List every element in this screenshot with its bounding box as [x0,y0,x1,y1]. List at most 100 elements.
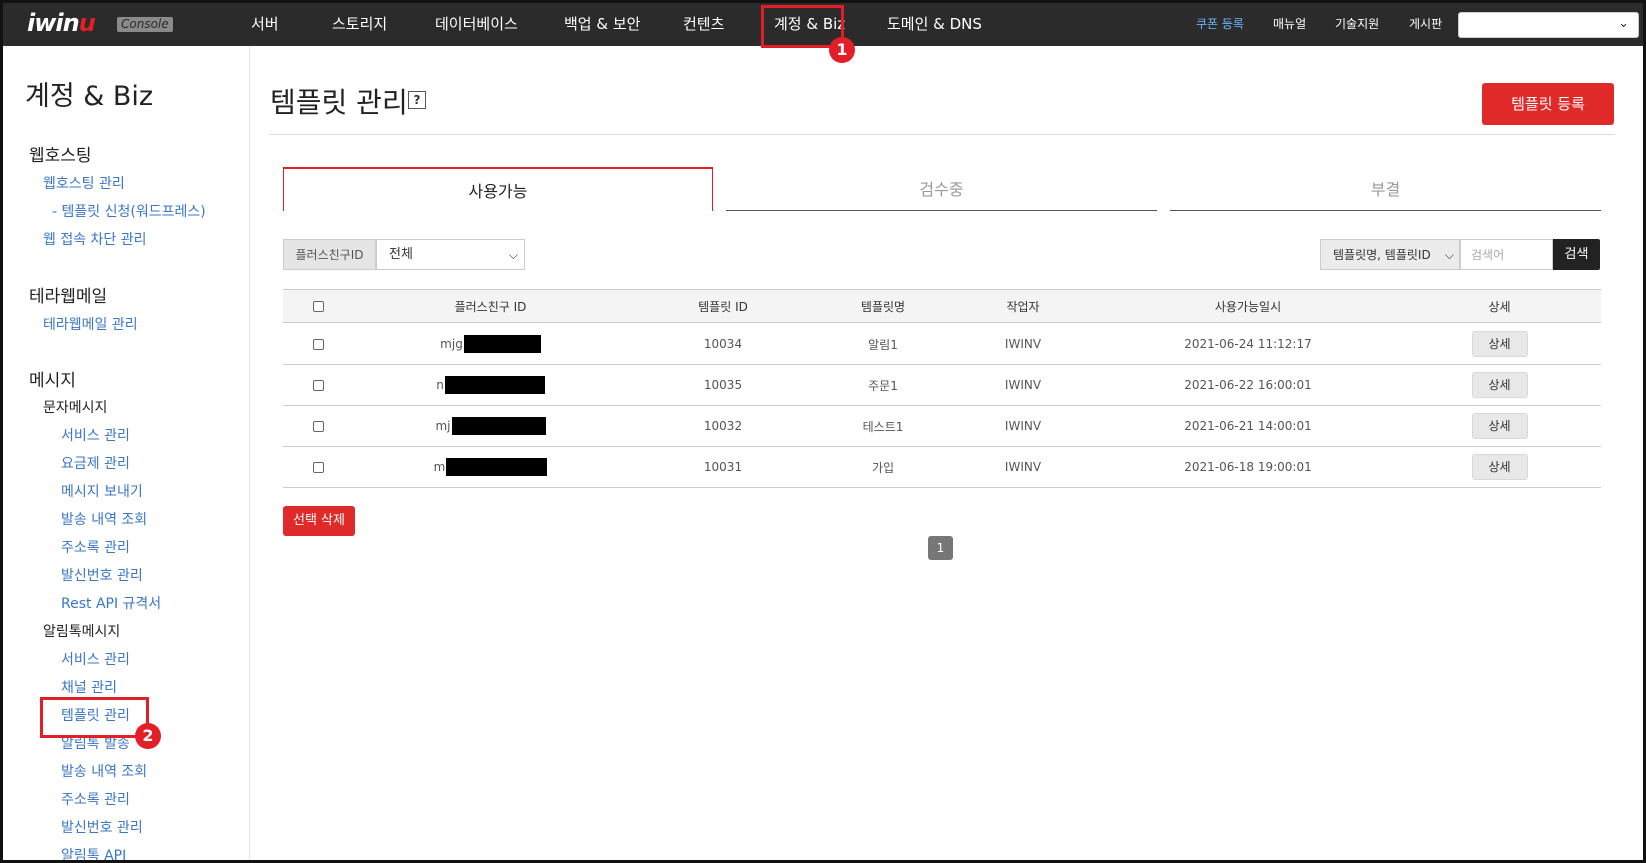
coupon-link[interactable]: 쿠폰 등록 [1196,15,1244,32]
worker-cell: IWINV [1004,337,1042,351]
register-template-button[interactable]: 템플릿 등록 [1482,83,1614,125]
search-button[interactable]: 검색 [1553,239,1600,270]
template-id-cell: 10031 [703,460,743,474]
table-row: mj 10032 테스트1 IWINV 2021-06-21 14:00:01 … [283,406,1601,447]
help-icon[interactable]: ? [408,91,426,109]
template-id-cell: 10034 [703,337,743,351]
detail-button[interactable]: 상세 [1471,413,1528,439]
console-badge: Console [117,17,173,32]
detail-button[interactable]: 상세 [1471,454,1528,480]
row-checkbox[interactable] [312,379,324,391]
tab-rejected[interactable]: 부결 [1170,167,1601,211]
board-link[interactable]: 게시판 [1409,15,1442,32]
redaction-block [463,335,541,353]
detail-button[interactable]: 상세 [1471,331,1528,357]
worker-cell: IWINV [1004,378,1042,392]
detail-button[interactable]: 상세 [1471,372,1528,398]
pagination-page-1[interactable]: 1 [928,536,953,560]
step-marker-2: 2 [135,723,161,749]
row-checkbox[interactable] [312,420,324,432]
select-all-cell [283,290,353,322]
friend-id-text: m [433,460,446,474]
sidebar-item-webhosting-manage[interactable]: 웹호스팅 관리 [43,173,125,193]
nav-backup-security[interactable]: 백업 & 보안 [564,3,640,46]
friend-id-cell: n [353,365,628,405]
nav-database[interactable]: 데이터베이스 [435,3,518,46]
row-checkbox-cell [283,406,353,446]
nav-server[interactable]: 서버 [251,3,279,46]
support-link[interactable]: 기술지원 [1335,15,1379,32]
redaction-block [451,417,546,435]
friend-id-select-value: 전체 [389,247,413,262]
detail-cell: 상세 [1398,365,1601,405]
sidebar-item-sms-service[interactable]: 서비스 관리 [61,425,130,445]
nav-domain-dns[interactable]: 도메인 & DNS [887,3,982,46]
friend-id-text: n [436,378,444,392]
search-type-select[interactable]: 템플릿명, 템플릿ID ⌵ [1320,239,1460,270]
sidebar-item-alimtalk-channel[interactable]: 채널 관리 [61,677,117,697]
date-cell: 2021-06-21 14:00:01 [1184,419,1312,433]
sidebar-item-sms-send[interactable]: 메시지 보내기 [61,481,143,501]
sidebar-item-alimtalk-service[interactable]: 서비스 관리 [61,649,130,669]
detail-cell: 상세 [1398,324,1601,364]
date-cell: 2021-06-24 11:12:17 [1184,337,1312,351]
search-input[interactable]: 검색어 [1460,239,1553,270]
template-name-cell: 알림1 [868,337,898,352]
sidebar-item-web-block[interactable]: 웹 접속 차단 관리 [43,229,147,249]
nav-contents[interactable]: 컨텐츠 [683,3,724,46]
logo-text: iwin [27,9,80,37]
sidebar-item-terramail-manage[interactable]: 테라웹메일 관리 [43,314,138,334]
sidebar-item-sms-sender[interactable]: 발신번호 관리 [61,565,143,585]
template-name-cell: 주문1 [868,378,898,393]
friend-id-cell: m [353,447,628,487]
template-id-cell: 10035 [703,378,743,392]
sidebar-item-sms-plan[interactable]: 요금제 관리 [61,453,130,473]
column-header-date: 사용가능일시 [1214,299,1282,314]
sidebar-item-sms-addressbook[interactable]: 주소록 관리 [61,537,130,557]
logo[interactable]: iwinu [27,9,96,37]
delete-selected-button[interactable]: 선택 삭제 [283,506,355,536]
friend-id-text: mjg [440,337,463,351]
table-row: n 10035 주문1 IWINV 2021-06-22 16:00:01 상세 [283,365,1601,406]
date-cell: 2021-06-22 16:00:01 [1184,378,1312,392]
sidebar-item-alimtalk-api[interactable]: 알림톡 API [61,845,126,860]
row-checkbox[interactable] [312,461,324,473]
sidebar-item-alimtalk-addressbook[interactable]: 주소록 관리 [61,789,130,809]
highlight-box-sidebar [40,697,149,738]
row-checkbox-cell [283,447,353,487]
friend-id-cell: mjg [353,324,628,364]
chevron-down-icon: ⌵ [1444,248,1454,262]
account-select[interactable]: ⌄ [1458,12,1639,38]
detail-cell: 상세 [1398,406,1601,446]
sidebar-title: 계정 & Biz [25,81,154,112]
row-checkbox[interactable] [312,338,324,350]
sidebar-item-alimtalk-sender[interactable]: 발신번호 관리 [61,817,143,837]
row-checkbox-cell [283,324,353,364]
step-marker-1: 1 [829,37,855,63]
sidebar-item-sms-restapi[interactable]: Rest API 규격서 [61,593,161,613]
friend-id-select[interactable]: 전체 ⌵ [376,239,525,270]
page-title: 템플릿 관리 [270,86,408,119]
filter-label: 플러스친구ID [283,239,376,270]
redaction-block [446,458,548,476]
worker-cell: IWINV [1004,419,1042,433]
table-row: mjg 10034 알림1 IWINV 2021-06-24 11:12:17 … [283,324,1601,365]
friend-id-text: mj [435,419,451,433]
sidebar-item-sms-history[interactable]: 발송 내역 조회 [61,509,147,529]
chevron-down-icon: ⌵ [508,248,518,262]
select-all-checkbox[interactable] [312,300,324,312]
sidebar-item-template-wordpress[interactable]: - 템플릿 신청(워드프레스) [52,201,206,221]
template-name-cell: 테스트1 [862,419,904,434]
manual-link[interactable]: 매뉴얼 [1273,15,1306,32]
tab-reviewing[interactable]: 검수중 [726,167,1157,211]
table-header: 플러스친구 ID 템플릿 ID 템플릿명 작업자 사용가능일시 상세 [283,289,1601,323]
worker-cell: IWINV [1004,460,1042,474]
sidebar-item-alimtalk-history[interactable]: 발송 내역 조회 [61,761,147,781]
template-id-cell: 10032 [703,419,743,433]
chevron-down-icon: ⌄ [1618,16,1629,31]
tab-available[interactable]: 사용가능 [283,167,713,211]
nav-storage[interactable]: 스토리지 [332,3,387,46]
detail-cell: 상세 [1398,447,1601,487]
column-header-template-name: 템플릿명 [860,299,906,314]
column-header-detail: 상세 [1488,299,1511,314]
